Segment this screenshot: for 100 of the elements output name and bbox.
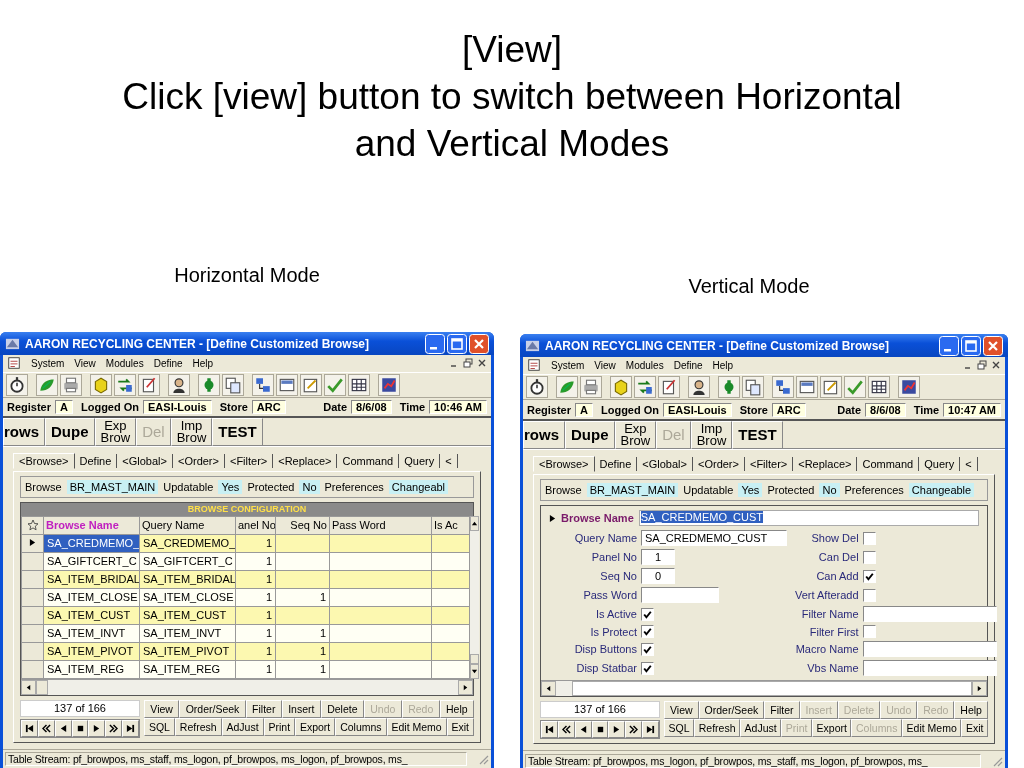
tab[interactable]: <Replace> [273,453,338,468]
leaves-icon[interactable] [36,373,58,396]
maximize-button[interactable] [961,335,981,356]
column-header[interactable]: Seq No [275,516,330,535]
command-button[interactable]: AdJust [740,719,782,738]
command-button[interactable]: View [664,701,699,720]
command-button[interactable]: SQL [664,719,695,738]
menu-item[interactable]: Modules [105,357,144,369]
network-icon[interactable] [252,373,274,396]
edit-document-icon[interactable] [820,376,842,399]
double-right-icon[interactable] [625,721,643,739]
tab[interactable]: <Browse> [13,452,75,469]
document-icon[interactable] [138,373,160,396]
tab[interactable]: <Order> [173,453,225,468]
checkmark-icon[interactable] [324,373,346,396]
tab[interactable]: <Order> [693,457,745,472]
copy-icon[interactable] [222,373,244,396]
command-button[interactable]: Edit Memo [902,719,962,738]
command-button[interactable]: Insert [281,699,321,718]
tab[interactable]: Command [337,453,400,468]
tab[interactable]: Query [399,453,441,468]
checkbox[interactable] [641,625,654,639]
column-header[interactable]: Query Name [139,516,236,535]
down-arrow-icon[interactable] [471,667,478,675]
input-field[interactable]: 0 [641,568,675,585]
command-button[interactable]: Help [954,701,988,720]
action-button[interactable]: rows [3,417,45,446]
command-button[interactable]: Exit [961,719,988,738]
right-arrow-icon[interactable] [976,685,983,693]
maximize-button[interactable] [447,333,467,354]
close-icon[interactable] [477,358,487,369]
menu-item[interactable]: Help [192,357,214,369]
input-field[interactable]: SA_CREDMEMO_CUST [638,510,979,527]
tab[interactable]: <Global> [117,453,173,468]
checkbox[interactable] [862,531,876,545]
first-record-icon[interactable] [541,721,558,739]
action-button[interactable]: Exp Brow [614,421,657,450]
command-button[interactable]: Order/Seek [698,701,765,720]
stopwatch-icon[interactable] [526,376,548,399]
card-icon[interactable] [276,373,298,396]
command-button[interactable]: Filter [764,701,800,720]
menu-item[interactable]: System [31,357,65,369]
input-field[interactable] [862,641,997,658]
cube-icon[interactable] [610,376,632,399]
menu-item[interactable]: Modules [625,359,664,371]
tab[interactable]: < [960,457,978,472]
leaves-icon[interactable] [556,376,578,399]
left-arrow-icon[interactable] [545,685,552,693]
menu-item[interactable]: View [594,359,616,371]
chart-icon[interactable] [378,373,400,396]
right-arrow-icon[interactable] [462,683,469,691]
printer-icon[interactable] [60,373,82,396]
input-field[interactable] [862,660,997,677]
action-button[interactable]: Dupe [565,421,615,450]
double-right-icon[interactable] [105,719,123,737]
arrows-icon[interactable] [634,376,656,399]
input-field[interactable]: SA_CREDMEMO_CUST [641,530,787,547]
tab[interactable]: <Global> [637,457,693,472]
column-header[interactable]: Pass Word [329,516,432,535]
tab[interactable]: <Filter> [224,453,274,468]
tab[interactable]: Define [74,453,118,468]
input-field[interactable] [862,606,997,623]
command-button[interactable]: Delete [320,699,364,718]
checkbox[interactable] [862,550,876,564]
command-button[interactable]: Refresh [694,719,741,738]
tab[interactable]: Define [594,457,638,472]
action-button[interactable]: TEST [212,417,263,446]
input-field[interactable] [641,587,719,604]
cube-icon[interactable] [90,373,112,396]
checkbox[interactable] [641,607,654,621]
up-arrow-icon[interactable] [471,519,478,527]
menu-item[interactable]: System [551,359,585,371]
menu-item[interactable]: Define [673,359,703,371]
close-button[interactable] [469,333,489,354]
menu-item[interactable]: Define [153,357,183,369]
copy-icon[interactable] [742,376,764,399]
checkbox[interactable] [862,569,876,583]
checkbox[interactable] [641,642,654,656]
input-field[interactable]: 1 [641,549,675,566]
tab[interactable]: < [440,453,458,468]
command-button[interactable]: View [144,699,180,718]
tab[interactable]: <Filter> [744,457,794,472]
tab[interactable]: <Replace> [793,457,858,472]
stopwatch-icon[interactable] [6,373,28,396]
close-button[interactable] [983,335,1003,356]
action-button[interactable]: rows [523,421,565,450]
tab[interactable]: Command [857,457,920,472]
network-icon[interactable] [772,376,794,399]
command-button[interactable]: Filter [245,699,282,718]
action-button[interactable]: TEST [732,421,783,450]
first-record-icon[interactable] [21,719,38,737]
restore-icon[interactable] [977,360,987,371]
action-button[interactable]: Dupe [45,417,95,446]
column-header[interactable]: Browse Name [43,516,140,535]
menu-item[interactable]: View [74,357,96,369]
scroll-thumb[interactable] [572,681,972,697]
person-icon[interactable] [688,376,710,399]
scroll-thumb[interactable] [470,653,479,664]
command-button[interactable]: Help [439,699,474,718]
command-button[interactable]: Export [812,719,852,738]
